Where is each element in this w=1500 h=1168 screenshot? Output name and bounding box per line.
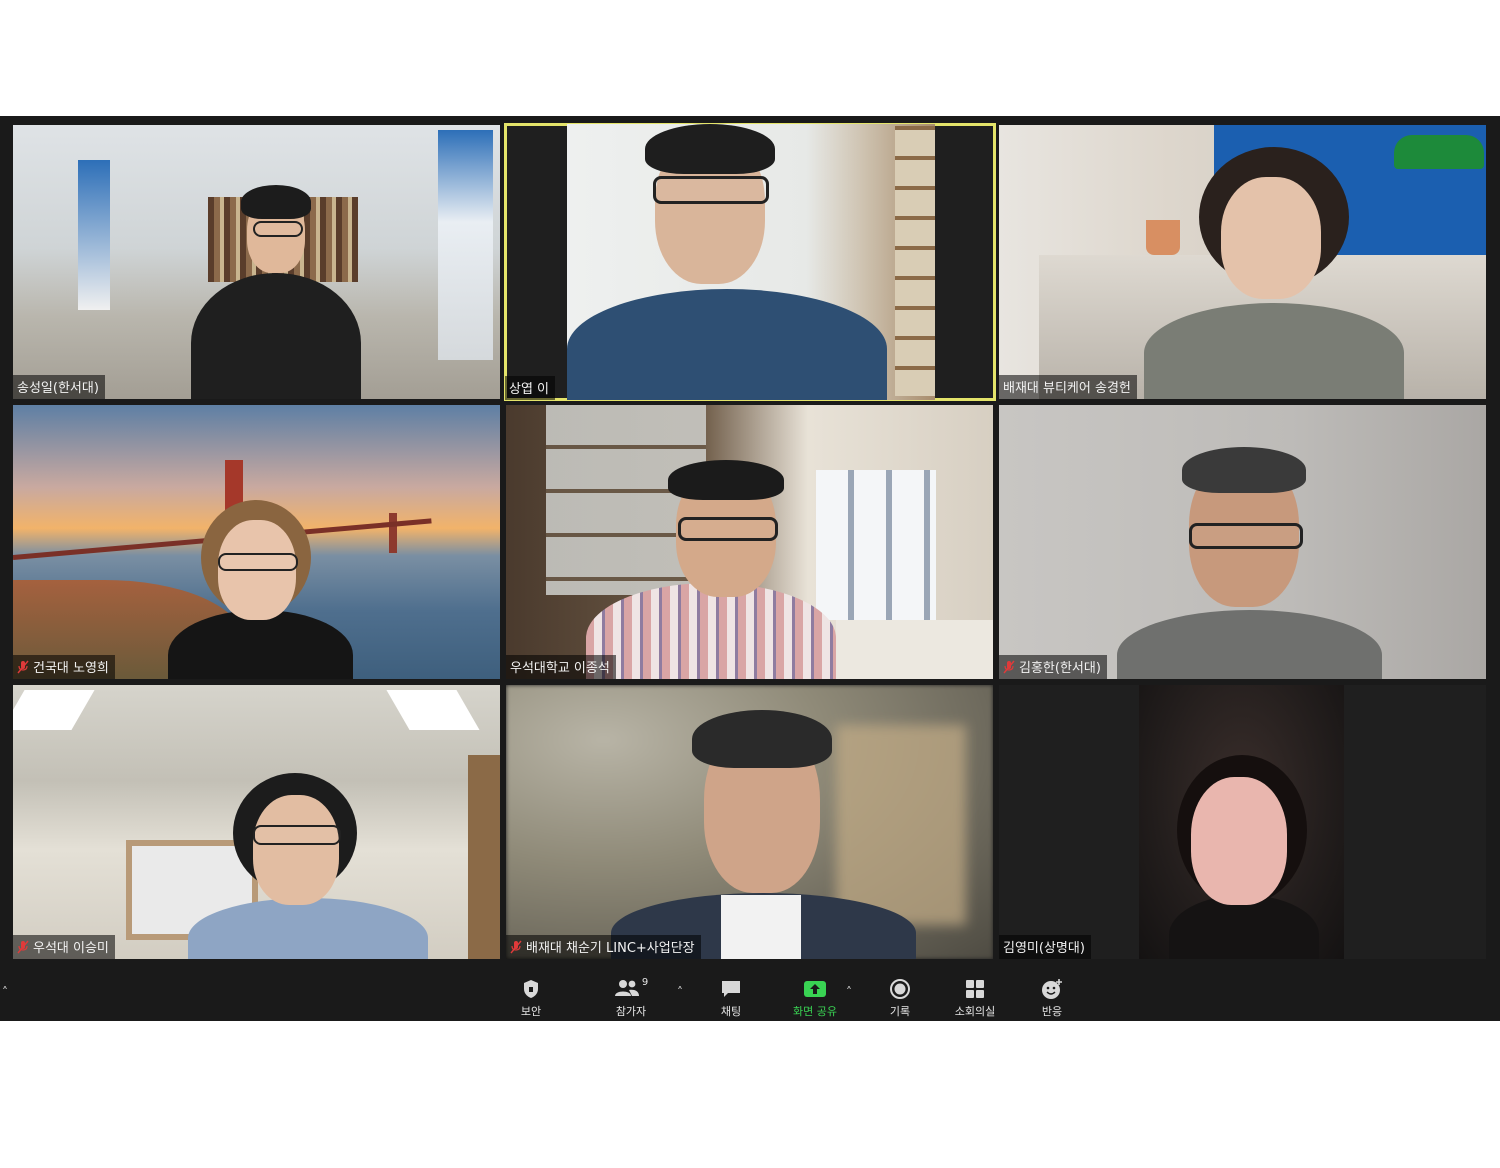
participant-name: 상엽 이 — [509, 382, 550, 397]
record-button[interactable]: 기록 — [865, 977, 935, 1019]
participant-name: 송성일(한서대) — [17, 381, 99, 396]
video-tile-6[interactable]: 김홍한(한서대) — [999, 405, 1486, 679]
participant-name: 우석대 이승미 — [33, 941, 109, 956]
participant-name-label: 배재대 뷰티케어 송경헌 — [999, 375, 1137, 399]
green-lamp — [1394, 135, 1484, 169]
breakout-rooms-label: 소회의실 — [954, 1005, 996, 1018]
record-icon — [865, 977, 935, 1001]
desk — [836, 620, 993, 679]
grid-icon — [940, 977, 1010, 1001]
banner-stand — [438, 130, 493, 360]
video-tile-2[interactable]: 상엽 이 — [504, 123, 996, 401]
emoji-plus-icon — [1017, 977, 1087, 1001]
video-tile-8[interactable]: 배재대 채순기 LINC+사업단장 — [506, 685, 993, 959]
share-screen-button[interactable]: 화면 공유 — [780, 977, 850, 1019]
participants-button[interactable]: 9 참가자 — [596, 977, 666, 1019]
plant-pot — [1146, 220, 1180, 255]
participants-label: 참가자 — [615, 1005, 647, 1018]
reactions-label: 반응 — [1041, 1005, 1063, 1018]
chat-button[interactable]: 채팅 — [696, 977, 766, 1019]
shelf — [895, 126, 935, 396]
breakout-rooms-button[interactable]: 소회의실 — [940, 977, 1010, 1019]
mic-muted-icon — [1003, 660, 1015, 674]
participant-name-label: 우석대 이승미 — [13, 935, 115, 959]
chevron-up-icon[interactable]: ˄ — [2, 985, 8, 999]
blurred-shelf — [836, 725, 966, 925]
share-screen-icon — [780, 977, 850, 1001]
meeting-window: 송성일(한서대) 상엽 이 배재대 뷰티케어 송경헌 건국대 노영희 우석대학교… — [0, 116, 1500, 1021]
participant-name-label: 송성일(한서대) — [13, 375, 105, 399]
participant-name-label: 상엽 이 — [505, 376, 556, 400]
video-tile-5[interactable]: 우석대학교 이종석 — [506, 405, 993, 679]
participant-name-label: 배재대 채순기 LINC+사업단장 — [506, 935, 701, 959]
participant-name: 배재대 뷰티케어 송경헌 — [1003, 381, 1131, 396]
video-tile-7[interactable]: 우석대 이승미 — [13, 685, 500, 959]
chat-label: 채팅 — [720, 1005, 742, 1018]
mic-muted-icon — [510, 940, 522, 954]
participant-name: 건국대 노영희 — [33, 661, 109, 676]
record-label: 기록 — [889, 1005, 911, 1018]
reactions-button[interactable]: 반응 — [1017, 977, 1087, 1019]
participant-name-label: 건국대 노영희 — [13, 655, 115, 679]
mic-muted-icon — [17, 660, 29, 674]
participants-options-chevron-icon[interactable]: ˄ — [677, 985, 683, 999]
bookshelf — [468, 755, 500, 959]
shirt — [721, 895, 801, 959]
participant-name: 김홍한(한서대) — [1019, 661, 1101, 676]
video-tile-1[interactable]: 송성일(한서대) — [13, 125, 500, 399]
shield-icon — [496, 977, 566, 1001]
mic-muted-icon — [17, 940, 29, 954]
bridge-tower-far — [389, 513, 397, 553]
participant-name: 김영미(상명대) — [1003, 941, 1085, 956]
participant-name-label: 김영미(상명대) — [999, 935, 1091, 959]
security-label: 보안 — [520, 1005, 542, 1018]
participant-name-label: 김홍한(한서대) — [999, 655, 1107, 679]
chat-bubble-icon — [696, 977, 766, 1001]
banner-stand-left — [78, 160, 110, 310]
participant-name: 배재대 채순기 LINC+사업단장 — [526, 941, 695, 956]
video-tile-9[interactable]: 김영미(상명대) — [999, 685, 1486, 959]
meeting-toolbar: ˄ 보안 9 참가자 ˄ 채팅 화면 공유 ˄ 기록 소회의실 반응 — [0, 963, 1500, 1021]
participant-name: 우석대학교 이종석 — [510, 661, 610, 676]
share-screen-label: 화면 공유 — [793, 1005, 837, 1018]
share-options-chevron-icon[interactable]: ˄ — [846, 985, 852, 999]
participant-name-label: 우석대학교 이종석 — [506, 655, 616, 679]
video-tile-3[interactable]: 배재대 뷰티케어 송경헌 — [999, 125, 1486, 399]
video-tile-4[interactable]: 건국대 노영희 — [13, 405, 500, 679]
participants-icon — [614, 979, 640, 1000]
security-button[interactable]: 보안 — [496, 977, 566, 1019]
book-covers — [816, 470, 936, 620]
participants-count: 9 — [641, 977, 649, 988]
